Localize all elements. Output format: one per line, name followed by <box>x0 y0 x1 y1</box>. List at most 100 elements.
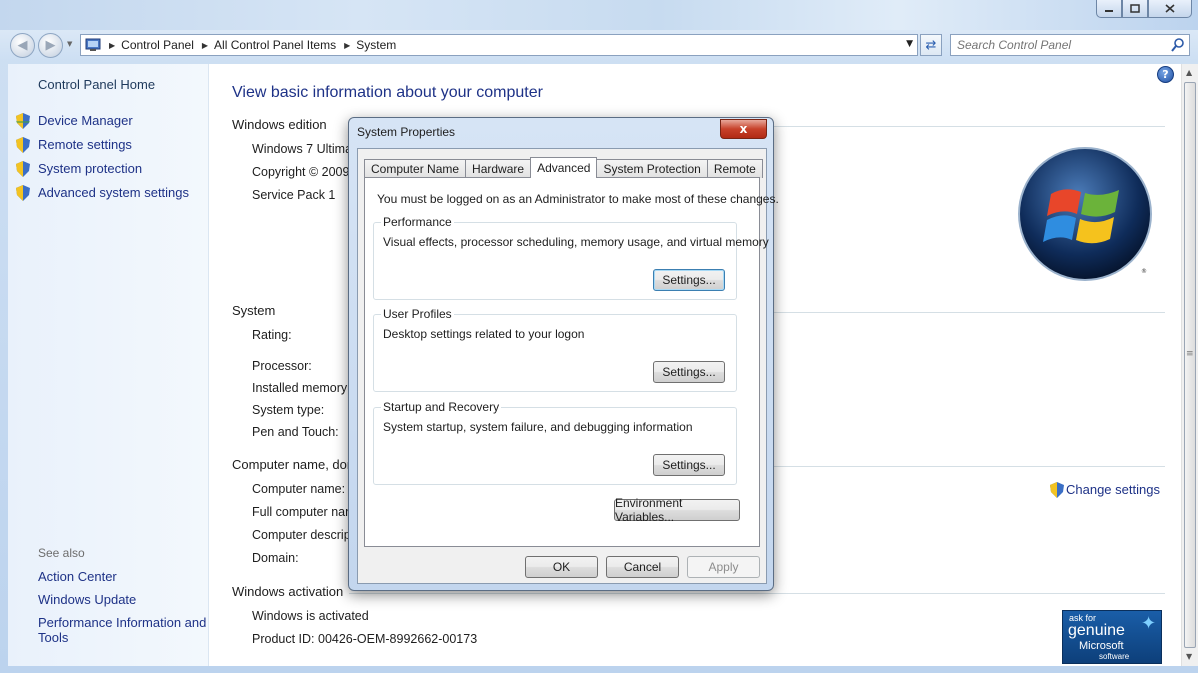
windows-logo: ® <box>1018 147 1152 281</box>
vertical-scrollbar[interactable]: ▲ ≡ ▼ <box>1181 64 1198 666</box>
scroll-up-icon[interactable]: ▲ <box>1186 68 1192 77</box>
dialog-body: Computer Name Hardware Advanced System P… <box>357 148 779 584</box>
maximize-button[interactable] <box>1122 0 1148 18</box>
section-divider <box>769 126 1165 127</box>
uac-shield-icon <box>16 113 30 129</box>
uac-shield-icon <box>16 137 30 153</box>
processor-label: Processor: <box>252 359 312 373</box>
window-controls <box>1096 0 1192 18</box>
back-arrow-icon: ◀ <box>17 38 28 53</box>
edition-copyright: Copyright © 2009 <box>252 165 350 179</box>
domain-label: Domain: <box>252 551 299 565</box>
advanced-tab-page: You must be logged on as an Administrato… <box>364 177 779 547</box>
user-profiles-group: User Profiles Desktop settings related t… <box>373 307 737 392</box>
admin-note: You must be logged on as an Administrato… <box>377 192 779 206</box>
forward-button[interactable]: ▶ <box>38 33 63 58</box>
close-window-button[interactable] <box>1148 0 1192 18</box>
performance-information-link-line2[interactable]: Tools <box>38 630 68 645</box>
environment-variables-button[interactable]: Environment Variables... <box>614 496 740 524</box>
help-icon[interactable]: ? <box>1157 66 1174 83</box>
control-panel-icon <box>85 38 101 51</box>
product-id: Product ID: 00426-OEM-8992662-00173 <box>252 632 478 646</box>
edition-service-pack: Service Pack 1 <box>252 188 336 202</box>
windows-activation-heading: Windows activation <box>232 584 344 599</box>
windows-update-link[interactable]: Windows Update <box>38 592 136 607</box>
computer-description-label: Computer descrip <box>252 528 351 542</box>
back-button[interactable]: ◀ <box>10 33 35 58</box>
search-input[interactable] <box>951 35 1161 55</box>
performance-title: Performance <box>381 215 454 229</box>
page-title: View basic information about your comput… <box>232 84 543 101</box>
minimize-button[interactable] <box>1096 0 1122 18</box>
action-center-link[interactable]: Action Center <box>38 569 117 584</box>
tab-computer-name[interactable]: Computer Name <box>364 159 467 178</box>
scroll-thumb[interactable]: ≡ <box>1184 82 1196 648</box>
forward-arrow-icon: ▶ <box>45 38 56 53</box>
edition-name: Windows 7 Ultima <box>252 142 353 156</box>
performance-information-link[interactable]: Performance Information and <box>38 615 206 630</box>
installed-memory-label: Installed memory <box>252 381 348 395</box>
scroll-down-icon[interactable]: ▼ <box>1186 652 1192 661</box>
close-icon <box>1165 4 1175 13</box>
user-profiles-settings-button[interactable]: Settings... <box>653 361 725 383</box>
navigation-bar: ◀ ▶ ▼ ▶ Control Panel ▶ All Control Pane… <box>0 30 1198 60</box>
windows-edition-heading: Windows edition <box>232 117 327 132</box>
pen-touch-label: Pen and Touch: <box>252 425 339 439</box>
genuine-microsoft-badge[interactable]: ask for genuine Microsoft software ✦ <box>1062 610 1162 664</box>
uac-shield-icon <box>16 185 30 201</box>
ok-button[interactable]: OK <box>525 556 598 578</box>
control-panel-home-link[interactable]: Control Panel Home <box>38 77 155 92</box>
tab-hardware[interactable]: Hardware <box>465 159 532 178</box>
remote-settings-link[interactable]: Remote settings <box>38 137 132 152</box>
address-dropdown-icon[interactable]: ▼ <box>906 39 913 49</box>
tab-system-protection[interactable]: System Protection <box>596 159 708 178</box>
dialog-close-button[interactable]: x <box>720 119 767 139</box>
svg-text:®: ® <box>1141 268 1147 275</box>
device-manager-link[interactable]: Device Manager <box>38 113 133 128</box>
close-icon: x <box>739 122 748 136</box>
system-protection-link[interactable]: System protection <box>38 161 142 176</box>
breadcrumb-system[interactable]: System <box>356 38 396 52</box>
genuine-line3: Microsoft <box>1079 640 1124 652</box>
genuine-line2: genuine <box>1068 622 1125 639</box>
section-divider <box>349 593 1165 594</box>
recent-pages-dropdown-icon[interactable]: ▼ <box>67 40 72 48</box>
startup-recovery-settings-button[interactable]: Settings... <box>653 454 725 476</box>
search-icon[interactable] <box>1171 38 1184 52</box>
activation-status: Windows is activated <box>252 609 369 623</box>
performance-group: Performance Visual effects, processor sc… <box>373 215 769 300</box>
computer-name-label: Computer name: <box>252 482 346 496</box>
section-divider <box>769 312 1165 313</box>
uac-shield-icon <box>16 161 30 177</box>
startup-recovery-group: Startup and Recovery System startup, sys… <box>373 400 737 485</box>
address-bar[interactable]: ▶ Control Panel ▶ All Control Panel Item… <box>80 34 918 56</box>
genuine-line4: software <box>1099 652 1130 661</box>
refresh-button[interactable]: ⇄ <box>920 34 942 56</box>
minimize-icon <box>1105 9 1113 12</box>
scroll-grip-icon: ≡ <box>1186 349 1194 359</box>
rating-label: Rating: <box>252 328 292 342</box>
system-heading: System <box>232 303 276 318</box>
dialog-title: System Properties <box>357 125 456 139</box>
performance-settings-button[interactable]: Settings... <box>653 269 725 291</box>
breadcrumb-separator-icon: ▶ <box>109 40 116 50</box>
star-icon: ✦ <box>1141 613 1157 633</box>
section-divider <box>769 466 1165 467</box>
breadcrumb-control-panel[interactable]: Control Panel <box>121 38 194 52</box>
change-settings-link[interactable]: Change settings <box>1066 482 1160 497</box>
tab-remote[interactable]: Remote <box>706 159 763 178</box>
user-profiles-title: User Profiles <box>381 307 454 321</box>
cancel-button[interactable]: Cancel <box>606 556 679 578</box>
computer-name-heading: Computer name, dom <box>232 457 358 472</box>
user-profiles-description: Desktop settings related to your logon <box>383 327 585 341</box>
breadcrumb-all-items[interactable]: All Control Panel Items <box>214 38 336 52</box>
performance-description: Visual effects, processor scheduling, me… <box>383 235 769 249</box>
apply-button[interactable]: Apply <box>687 556 760 578</box>
see-also-heading: See also <box>38 546 85 560</box>
full-computer-name-label: Full computer nan <box>252 505 353 519</box>
advanced-system-settings-link[interactable]: Advanced system settings <box>38 185 189 200</box>
tab-advanced[interactable]: Advanced <box>530 157 598 178</box>
system-type-label: System type: <box>252 403 325 417</box>
maximize-icon <box>1130 4 1140 13</box>
startup-recovery-title: Startup and Recovery <box>381 400 502 414</box>
